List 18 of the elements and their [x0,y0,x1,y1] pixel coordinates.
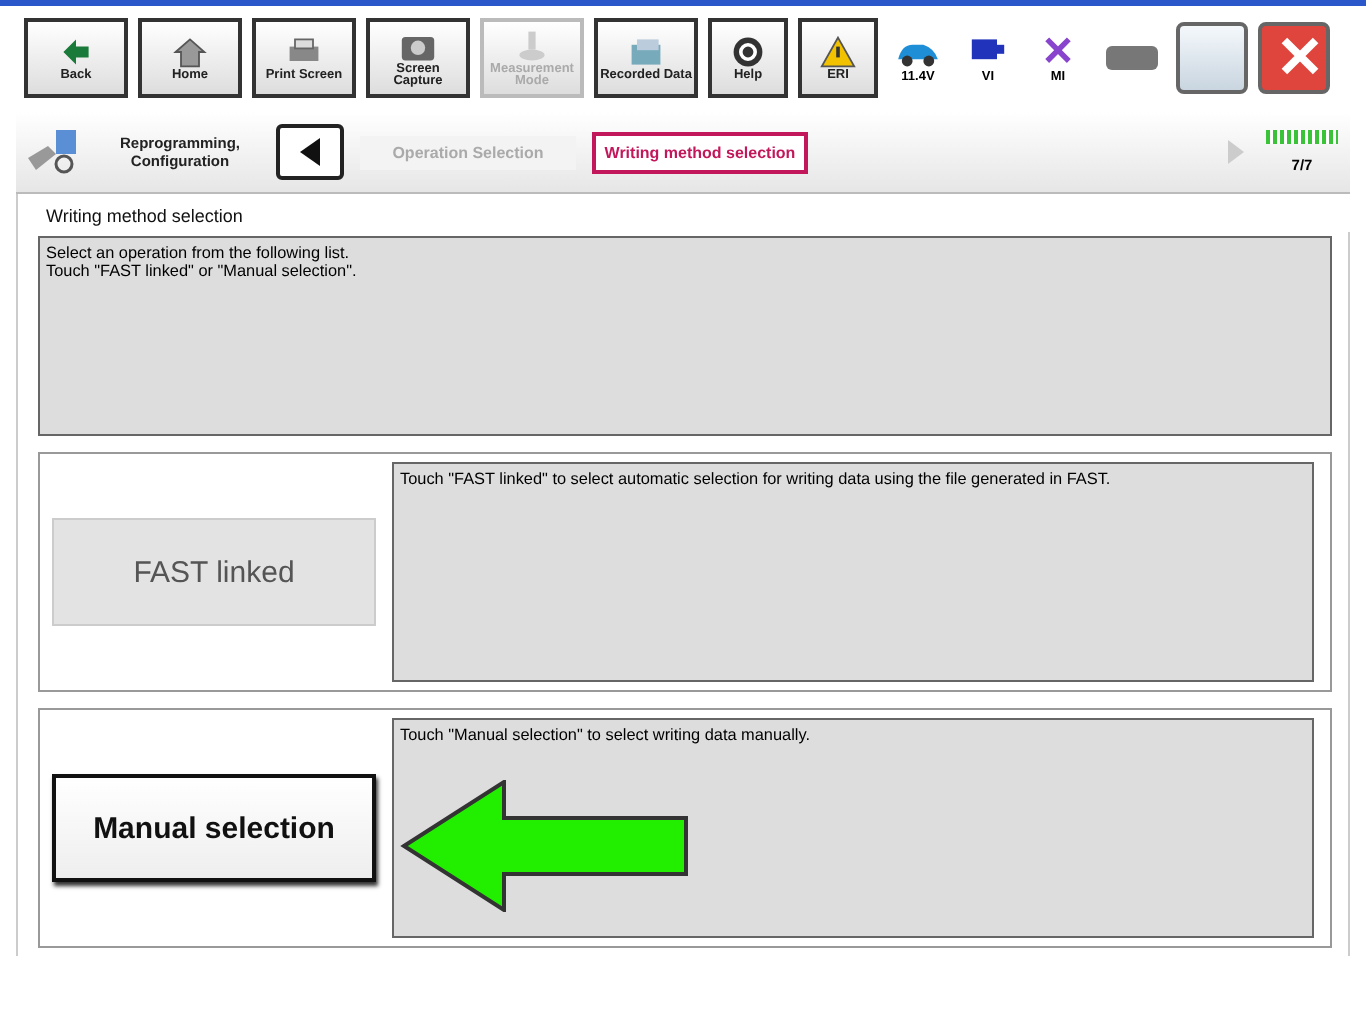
option-button[interactable]: Manual selection [52,774,376,882]
page-heading: Writing method selection [16,194,1350,232]
breadcrumb-step[interactable]: Writing method selection [592,131,808,173]
back-button[interactable] [276,124,344,180]
progress-bars-icon [1266,130,1338,144]
toolbar-icon [626,33,666,70]
battery-icon [1106,46,1158,70]
toolbar-icon [170,33,210,70]
instruction-text: Touch "FAST linked" or "Manual selection". [46,262,359,280]
option-description: Touch "FAST linked" to select automatic selection for writing data using the file generated in FAST. [392,462,1314,682]
instruction-text: Select an operation from the following list. [46,244,352,262]
toolbar-icon [728,33,768,70]
close-button[interactable] [1258,22,1330,94]
minimize-button[interactable] [1176,22,1248,94]
triangle-left-icon [296,136,324,168]
option-description: Touch "Manual selection" to select writing data manually. [392,718,1314,938]
toolbar-icon [818,33,858,70]
triangle-right-icon [1226,138,1246,166]
